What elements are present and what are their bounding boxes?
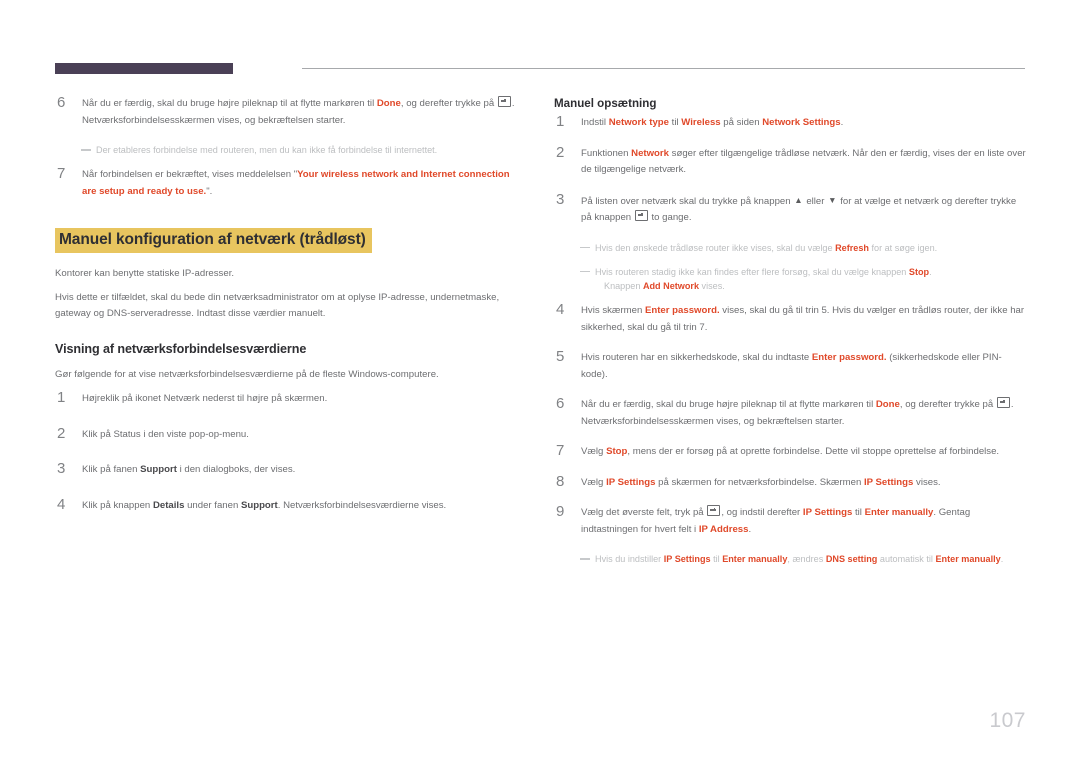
arrow-up-icon: ▲ bbox=[794, 194, 803, 205]
emphasis-term: Details bbox=[152, 499, 185, 511]
step-text: Hvis skærmen Enter password. vises, skal… bbox=[581, 305, 1025, 333]
step-number: 7 bbox=[57, 165, 66, 183]
right-steps-list: 1 Indstil Network type til Wireless på si… bbox=[554, 113, 1026, 566]
step-text: Klik på fanen Support i den dialogboks, … bbox=[82, 464, 296, 476]
keyword-term: IP Address bbox=[698, 523, 749, 535]
step-text: Vælg Stop, mens der er forsøg på at opre… bbox=[581, 446, 1000, 458]
step-number: 2 bbox=[57, 424, 66, 442]
step-item: 9 Vælg det øverste felt, tryk på , og ind… bbox=[554, 503, 1026, 538]
step-text: Indstil Network type til Wireless på sid… bbox=[581, 117, 844, 129]
step-item: 1 Indstil Network type til Wireless på si… bbox=[554, 113, 1026, 132]
step-number: 6 bbox=[57, 94, 66, 111]
keyword-term: Enter manually bbox=[935, 554, 1001, 565]
step-text: Klik på knappen Details under fanen Supp… bbox=[82, 499, 447, 511]
chapter-heading-wrap: Manuel konfiguration af netværk (trådløs… bbox=[55, 228, 525, 253]
step-item: 6 Når du er færdig, skal du bruge højre p… bbox=[55, 94, 525, 129]
keyword-term: Done bbox=[875, 399, 900, 411]
keyword-term: IP Settings bbox=[606, 476, 656, 488]
keyword-term: IP Settings bbox=[663, 554, 711, 565]
enter-key-icon bbox=[707, 505, 721, 517]
keyword-term: Refresh bbox=[835, 242, 869, 253]
step-number: 3 bbox=[556, 190, 565, 208]
keyword-term: Network type bbox=[608, 117, 669, 129]
intro-paragraph-1: Kontorer kan benytte statiske IP-adresse… bbox=[55, 267, 235, 279]
step-number: 6 bbox=[556, 395, 565, 413]
step-item: 1 Højreklik på ikonet Netværk nederst til… bbox=[55, 389, 525, 408]
keyword-term: Stop bbox=[606, 446, 628, 458]
page-number: 107 bbox=[989, 709, 1026, 732]
note-block: Hvis den ønskede trådløse router ikke vi… bbox=[554, 241, 1026, 255]
right-column: Manuel opsætning 1 Indstil Network type t… bbox=[554, 96, 1026, 576]
step-item: 7 Vælg Stop, mens der er forsøg på at opr… bbox=[554, 442, 1026, 461]
step-item: 7 Når forbindelsen er bekræftet, vises me… bbox=[55, 165, 525, 200]
step-number: 1 bbox=[556, 113, 565, 131]
step-item: 4 Hvis skærmen Enter password. vises, ska… bbox=[554, 301, 1026, 336]
step-text: På listen over netværk skal du trykke på… bbox=[581, 194, 1017, 224]
step-item: 2 Funktionen Network søger efter tilgænge… bbox=[554, 143, 1026, 179]
step-item: 8 Vælg IP Settings på skærmen for netværk… bbox=[554, 472, 1026, 492]
emphasis-term: Support bbox=[240, 499, 278, 511]
step-text: Klik på Status i den viste pop-op-menu. bbox=[82, 428, 249, 440]
keyword-term: Enter password. bbox=[644, 305, 720, 317]
step-text: Funktionen Network søger efter tilgængel… bbox=[581, 147, 1026, 176]
step-item: 3 Klik på fanen Support i den dialogboks,… bbox=[55, 460, 525, 479]
keyword-term: Stop bbox=[908, 266, 930, 277]
keyword-term: Enter password. bbox=[811, 352, 887, 364]
right-column-heading: Manuel opsætning bbox=[554, 97, 657, 110]
step-number: 4 bbox=[57, 495, 66, 513]
step-number: 1 bbox=[57, 389, 66, 407]
arrow-down-icon: ▼ bbox=[828, 194, 837, 205]
step-number: 2 bbox=[556, 143, 565, 161]
step-text: Når du er færdig, skal du bruge højre pi… bbox=[581, 397, 1014, 427]
step-number: 9 bbox=[556, 503, 565, 521]
header-accent-bar bbox=[55, 63, 233, 74]
step-item: 2 Klik på Status i den viste pop-op-menu. bbox=[55, 424, 525, 444]
left-continued-steps: 6 Når du er færdig, skal du bruge højre p… bbox=[55, 94, 525, 200]
left-steps-list: 1 Højreklik på ikonet Netværk nederst til… bbox=[55, 389, 525, 515]
step-number: 3 bbox=[57, 460, 66, 478]
intro-paragraph-2: Hvis dette er tilfældet, skal du bede di… bbox=[55, 292, 500, 319]
keyword-term: Add Network bbox=[642, 280, 700, 291]
header-rule bbox=[55, 63, 1025, 74]
keyword-term: Enter manually bbox=[722, 554, 788, 565]
left-column: 6 Når du er færdig, skal du bruge højre p… bbox=[55, 94, 525, 533]
note-block: Hvis du indstiller IP Settings til Enter… bbox=[554, 552, 1026, 566]
step-text: Højreklik på ikonet Netværk nederst til … bbox=[82, 393, 328, 405]
note-block: Der etableres forbindelse med routeren, … bbox=[55, 143, 525, 157]
step-number: 8 bbox=[556, 472, 565, 490]
step-item: 6 Når du er færdig, skal du bruge højre p… bbox=[554, 395, 1026, 430]
step-item: 5 Hvis routeren har en sikkerhedskode, sk… bbox=[554, 348, 1026, 383]
step-number: 5 bbox=[556, 348, 565, 366]
header-divider-line bbox=[302, 68, 1025, 69]
keyword-term: Wireless bbox=[681, 117, 721, 129]
sub-heading-wrap: Visning af netværksforbindelsesværdierne… bbox=[55, 341, 525, 382]
keyword-term: Done bbox=[376, 98, 401, 109]
step-number: 4 bbox=[556, 301, 565, 319]
step-item: 3 På listen over netværk skal du trykke p… bbox=[554, 190, 1026, 227]
sub-intro-paragraph: Gør følgende for at vise netværksforbind… bbox=[55, 368, 439, 380]
emphasis-term: Support bbox=[140, 464, 177, 476]
step-number: 7 bbox=[556, 442, 565, 460]
enter-key-icon bbox=[634, 210, 648, 222]
chapter-heading: Manuel konfiguration af netværk (trådløs… bbox=[55, 228, 372, 253]
keyword-term: IP Settings bbox=[802, 507, 853, 519]
note-continuation: Knappen Add Network vises. bbox=[604, 280, 725, 291]
keyword-term: DNS setting bbox=[825, 554, 878, 565]
step-text: Når du er færdig, skal du bruge højre pi… bbox=[82, 96, 515, 126]
keyword-term: Enter manually bbox=[864, 507, 934, 519]
sub-heading: Visning af netværksforbindelsesværdierne bbox=[55, 342, 307, 357]
step-text: Når forbindelsen er bekræftet, vises med… bbox=[82, 169, 510, 197]
keyword-term: Network bbox=[631, 147, 669, 159]
keyword-term: IP Settings bbox=[863, 476, 914, 488]
step-text: Vælg IP Settings på skærmen for netværks… bbox=[581, 476, 941, 488]
note-block: Hvis routeren stadig ikke kan findes eft… bbox=[554, 265, 1026, 293]
step-item: 4 Klik på knappen Details under fanen Sup… bbox=[55, 495, 525, 515]
enter-key-icon bbox=[996, 397, 1010, 409]
keyword-term: Your wireless network and Internet conne… bbox=[82, 169, 510, 197]
step-text: Hvis routeren har en sikkerhedskode, ska… bbox=[581, 352, 1002, 380]
keyword-term: Network Settings bbox=[762, 117, 841, 129]
enter-key-icon bbox=[497, 96, 511, 107]
document-page: 6 Når du er færdig, skal du bruge højre p… bbox=[0, 0, 1080, 763]
step-text: Vælg det øverste felt, tryk på , og inds… bbox=[581, 505, 971, 535]
